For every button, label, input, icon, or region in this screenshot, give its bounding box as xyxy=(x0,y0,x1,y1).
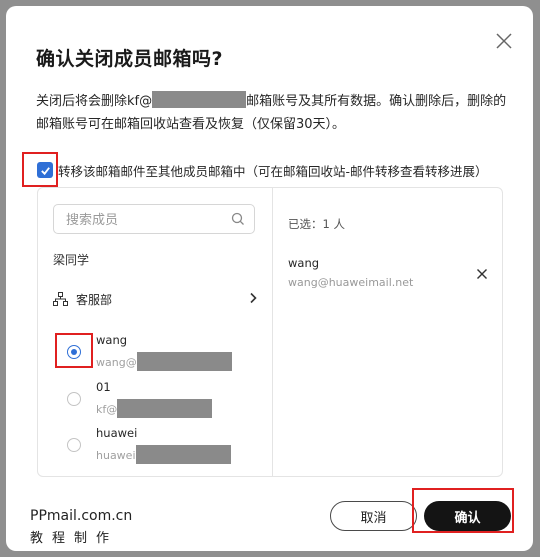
search-icon[interactable] xyxy=(231,212,245,226)
redacted-block xyxy=(135,445,231,464)
selected-member: wang wang@huaweimail.net xyxy=(288,256,488,296)
member-item[interactable]: huawei huawei xyxy=(53,426,253,470)
watermark-site: PPmail.com.cn xyxy=(30,508,133,524)
close-icon[interactable] xyxy=(494,31,514,51)
checkbox-highlight xyxy=(22,152,58,187)
department-item[interactable]: 客服部 xyxy=(53,288,258,310)
selected-member-name: wang xyxy=(288,256,320,270)
watermark-caption: 教程制作 xyxy=(30,531,119,546)
department-label: 客服部 xyxy=(76,292,113,307)
radio-highlight xyxy=(55,333,93,368)
member-search xyxy=(53,204,255,235)
member-item[interactable]: wang wang@ xyxy=(53,333,253,377)
member-picker: 梁同学 客服部 wang wang@ 01 kf@ xyxy=(37,187,503,477)
remove-icon[interactable] xyxy=(476,268,488,280)
transfer-label: 转移该邮箱邮件至其他成员邮箱中（可在邮箱回收站-邮件转移查看转移进展） xyxy=(58,163,488,179)
description-before: 关闭后将会删除kf@ xyxy=(36,94,153,109)
member-email-prefix: kf@ xyxy=(96,403,118,416)
member-name: 01 xyxy=(96,380,111,394)
transfer-option: 转移该邮箱邮件至其他成员邮箱中（可在邮箱回收站-邮件转移查看转移进展） xyxy=(22,152,488,188)
selected-count: 已选：1 人 xyxy=(288,217,345,231)
member-email: kf@ xyxy=(96,399,213,418)
org-chart-icon xyxy=(53,292,68,306)
member-item[interactable]: 01 kf@ xyxy=(53,380,253,424)
redacted-block xyxy=(152,91,247,108)
confirm-button[interactable]: 确认 xyxy=(424,501,511,531)
member-name: wang xyxy=(96,333,128,347)
cancel-button[interactable]: 取消 xyxy=(330,501,417,531)
group-label: 梁同学 xyxy=(53,253,90,267)
member-email-prefix: wang@ xyxy=(96,356,137,369)
member-email: wang@ xyxy=(96,352,232,371)
picker-divider xyxy=(272,188,273,476)
search-input[interactable] xyxy=(64,205,228,235)
member-email: huawei xyxy=(96,445,231,464)
selected-member-email: wang@huaweimail.net xyxy=(288,276,414,289)
close-mailbox-dialog: 确认关闭成员邮箱吗? 关闭后将会删除kf@ 邮箱账号及其所有数据。确认删除后，删除… xyxy=(6,6,533,551)
chevron-right-icon xyxy=(250,292,257,304)
redacted-block xyxy=(117,399,213,418)
member-name: huawei xyxy=(96,426,138,440)
dialog-title: 确认关闭成员邮箱吗? xyxy=(36,48,224,70)
member-radio[interactable] xyxy=(67,392,81,406)
redacted-block xyxy=(136,352,232,371)
member-radio[interactable] xyxy=(67,438,81,452)
member-email-prefix: huawei xyxy=(96,449,136,462)
dialog-description: 关闭后将会删除kf@ 邮箱账号及其所有数据。确认删除后，删除的邮箱账号可在邮箱回收… xyxy=(36,90,511,136)
